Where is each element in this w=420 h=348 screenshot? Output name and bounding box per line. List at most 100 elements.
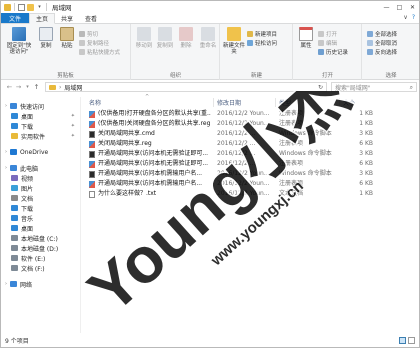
- delete-button[interactable]: 删除: [176, 27, 196, 49]
- details-view-icon[interactable]: [399, 337, 406, 344]
- file-type: Windows 命令脚本: [279, 170, 332, 177]
- column-separator[interactable]: [213, 98, 214, 107]
- rename-icon: [201, 27, 215, 41]
- cmd-icon: [89, 150, 95, 158]
- invert-selection-button[interactable]: 反向选择: [367, 48, 397, 56]
- nav-item[interactable]: 音乐: [1, 213, 81, 223]
- search-icon[interactable]: ⌕: [410, 84, 413, 92]
- nav-item[interactable]: 实用软件 ✦: [1, 131, 81, 141]
- column-header-type[interactable]: 类型: [279, 97, 337, 107]
- copy-to-label: 复制到: [156, 43, 174, 49]
- select-all-button[interactable]: 全部选择: [367, 30, 397, 38]
- forward-arrow-icon[interactable]: →: [14, 83, 23, 91]
- tab-file[interactable]: 文件: [1, 13, 30, 23]
- column-header-name[interactable]: 名称: [89, 97, 209, 107]
- nav-item[interactable]: 下载 ✦: [1, 121, 81, 131]
- properties-button[interactable]: 属性: [296, 27, 316, 49]
- tab-share[interactable]: 共享: [55, 13, 79, 23]
- search-input[interactable]: 搜索"局域网" ⌕: [331, 82, 417, 92]
- nav-item[interactable]: 文档 (F:): [1, 263, 81, 273]
- new-folder-icon[interactable]: [27, 3, 34, 11]
- expand-chevron-icon[interactable]: ›: [3, 103, 9, 109]
- file-size: 3 KB: [359, 150, 373, 157]
- star-icon: [10, 103, 17, 109]
- tab-home[interactable]: 主页: [29, 13, 56, 24]
- search-placeholder: 搜索"局域网": [335, 84, 371, 92]
- tab-view[interactable]: 查看: [79, 13, 103, 23]
- nav-item-label: 桌面: [21, 225, 34, 233]
- paste-shortcut-button[interactable]: 粘贴快捷方式: [79, 48, 120, 56]
- minimize-button[interactable]: —: [380, 1, 393, 13]
- nav-item[interactable]: 本地磁盘 (C:): [1, 233, 81, 243]
- open-group-label: 打开: [321, 73, 333, 79]
- column-header-date[interactable]: 修改日期: [217, 97, 273, 107]
- copy-to-button[interactable]: 复制到: [155, 27, 175, 49]
- new-folder-button[interactable]: 新建文件夹: [223, 27, 245, 55]
- properties-icon[interactable]: [18, 3, 25, 11]
- refresh-icon[interactable]: ↻: [318, 84, 323, 91]
- column-separator[interactable]: [275, 98, 276, 107]
- open-button[interactable]: 打开: [318, 30, 337, 38]
- paste-button[interactable]: 粘贴: [57, 27, 77, 49]
- customize-chevron-icon[interactable]: ▾: [36, 4, 43, 11]
- copy-button[interactable]: 复制: [36, 27, 56, 49]
- nav-item[interactable]: 软件 (E:): [1, 253, 81, 263]
- file-row[interactable]: 开通局域网共享(访问本机需输用户名... 2016/12/2 Youn... Win…: [83, 169, 413, 179]
- open-group: 属性 打开 编辑 历史记录 打开: [294, 24, 362, 80]
- reg-icon: [89, 140, 95, 148]
- nav-item[interactable]: 桌面: [1, 223, 81, 233]
- up-arrow-icon[interactable]: ↑: [32, 83, 41, 91]
- file-name-cell: 开通局域网共享(访问本机需输用户名...: [89, 179, 211, 189]
- pin-to-quick-access-button[interactable]: 固定到"快速访问": [4, 27, 34, 55]
- expand-chevron-icon[interactable]: ›: [3, 165, 9, 171]
- nav-item[interactable]: 视频: [1, 173, 81, 183]
- file-name-cell: 关闭局域网共享.reg: [89, 139, 211, 149]
- file-row[interactable]: (仅供备用)打开硬盘各分区的默认共享(重... 2016/12/2 Youn...…: [83, 109, 413, 119]
- file-row[interactable]: 开通局域网共享(访问本机需输用户名... 2016/12/2 Youn... 注册表…: [83, 179, 413, 189]
- close-button[interactable]: ✕: [406, 1, 419, 13]
- file-size: 1 KB: [359, 190, 373, 197]
- file-row[interactable]: 开通局域网共享(访问本机无需验证即可... 2016/12/2 ... Window…: [83, 149, 413, 159]
- file-row[interactable]: 关闭局域网共享.reg 2016/12/2 ... 注册表项 6 KB: [83, 139, 413, 149]
- file-row[interactable]: 开通局域网共享(访问本机无需验证即可... 2016/12/2 ... 注册表项 6 …: [83, 159, 413, 169]
- nav-item[interactable]: 本地磁盘 (D:): [1, 243, 81, 253]
- select-group: 全部选择 全部取消 反向选择 选择: [363, 24, 419, 80]
- expand-chevron-icon[interactable]: ›: [3, 281, 9, 287]
- ribbon-collapse-chevron-icon[interactable]: ∨: [403, 14, 407, 21]
- expand-chevron-icon[interactable]: ›: [3, 149, 9, 155]
- copy-path-button[interactable]: 复制路径: [79, 39, 109, 47]
- large-icons-view-icon[interactable]: [408, 337, 415, 344]
- nav-item[interactable]: › 快速访问: [1, 101, 81, 111]
- history-chevron-icon[interactable]: ▾: [23, 84, 32, 90]
- nav-item[interactable]: › OneDrive: [1, 147, 81, 157]
- column-header-size[interactable]: 大小: [343, 97, 373, 107]
- file-name-cell: 开通局域网共享(访问本机无需验证即可...: [89, 149, 211, 159]
- computer-icon: [10, 165, 17, 171]
- nav-item[interactable]: 图片: [1, 183, 81, 193]
- address-input[interactable]: › 局域网 ↻: [45, 82, 327, 92]
- file-row[interactable]: (仅供备用)关闭硬盘各分区的默认共享.reg 2016/12/2 Youn... 注…: [83, 119, 413, 129]
- edit-button[interactable]: 编辑: [318, 39, 337, 47]
- rename-button[interactable]: 重命名: [197, 27, 219, 49]
- column-separator[interactable]: [339, 98, 340, 107]
- file-row[interactable]: 为什么要这样做？.txt 2016/12/2 Youn... 文本文档 1 KB: [83, 189, 413, 199]
- help-icon[interactable]: ?: [412, 14, 415, 21]
- folder-icon: [11, 133, 18, 139]
- select-none-button[interactable]: 全部取消: [367, 39, 397, 47]
- file-size: 6 KB: [359, 140, 373, 147]
- history-button[interactable]: 历史记录: [318, 48, 348, 56]
- nav-item[interactable]: › 此电脑: [1, 163, 81, 173]
- maximize-button[interactable]: □: [393, 1, 406, 13]
- nav-item[interactable]: 桌面 ✦: [1, 111, 81, 121]
- back-arrow-icon[interactable]: ←: [5, 83, 14, 91]
- nav-item[interactable]: 下载: [1, 203, 81, 213]
- new-item-button[interactable]: 新建项目: [247, 30, 277, 38]
- nav-item[interactable]: 文档: [1, 193, 81, 203]
- cut-button[interactable]: 剪切: [79, 30, 98, 38]
- toolbar-separator: [14, 3, 15, 11]
- move-to-button[interactable]: 移动到: [134, 27, 154, 49]
- file-row[interactable]: 关闭局域网共享.cmd 2016/12/2 ... Windows 命令脚本 3 KB: [83, 129, 413, 139]
- nav-item[interactable]: › 网络: [1, 279, 81, 289]
- easy-access-button[interactable]: 轻松访问: [247, 39, 277, 47]
- select-none-icon: [367, 40, 373, 46]
